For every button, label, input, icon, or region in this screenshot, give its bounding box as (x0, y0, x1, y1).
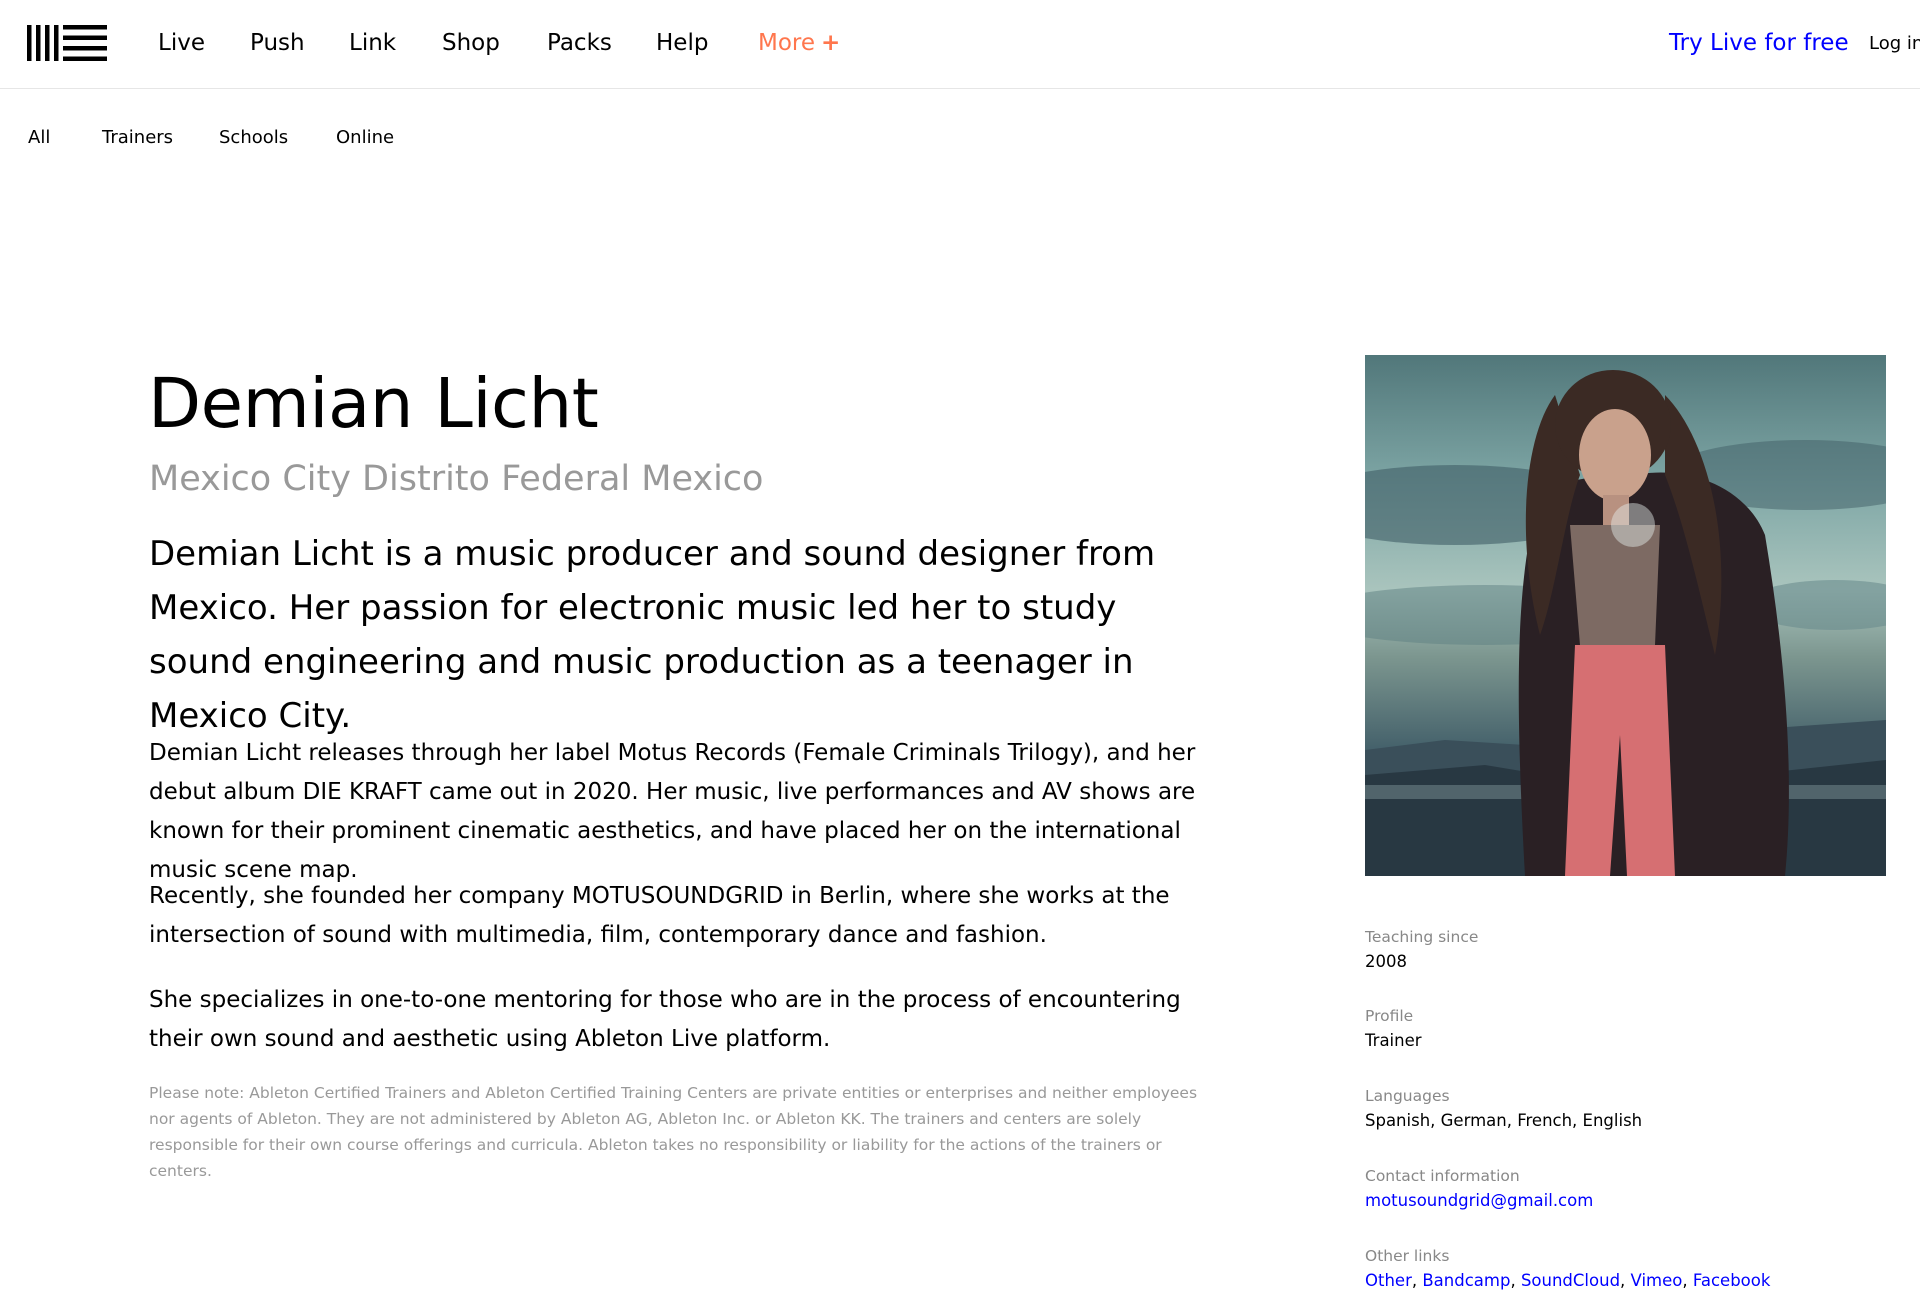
nav-help[interactable]: Help (656, 26, 708, 60)
disclaimer-note: Please note: Ableton Certified Trainers … (149, 1084, 1198, 1180)
teaching-since-value: 2008 (1365, 952, 1407, 971)
filter-all[interactable]: All (28, 124, 50, 152)
nav-more-label: More (758, 30, 816, 56)
other-links-label: Other links (1365, 1247, 1450, 1265)
bio-paragraph-2: Recently, she founded her company MOTUSO… (149, 883, 1170, 948)
contact-email[interactable]: motusoundgrid@gmail.com (1365, 1191, 1593, 1210)
languages-value: Spanish, German, French, English (1365, 1111, 1643, 1130)
bio-paragraph-1: Demian Licht releases through her label … (149, 740, 1196, 883)
trainer-photo (1365, 355, 1886, 876)
bio-paragraph-3: She specializes in one-to-one mentoring … (149, 987, 1181, 1052)
link-separator: , (1510, 1271, 1521, 1290)
nav-packs[interactable]: Packs (547, 26, 612, 60)
languages-label: Languages (1365, 1087, 1450, 1105)
link-soundcloud[interactable]: SoundCloud (1521, 1271, 1620, 1290)
profile-value: Trainer (1365, 1031, 1422, 1050)
link-other[interactable]: Other (1365, 1271, 1412, 1290)
nav-link[interactable]: Link (349, 26, 396, 60)
contact-label: Contact information (1365, 1167, 1520, 1185)
link-separator: , (1682, 1271, 1693, 1290)
trainer-name: Demian Licht (148, 364, 599, 444)
link-vimeo[interactable]: Vimeo (1631, 1271, 1683, 1290)
other-links-list: Other, Bandcamp, SoundCloud, Vimeo, Face… (1365, 1268, 1770, 1294)
site-header: Live Push Link Shop Packs Help More + Try… (0, 0, 1920, 89)
trainer-intro: Demian Licht is a music producer and sou… (149, 534, 1156, 736)
trainer-location: Mexico City Distrito Federal Mexico (149, 459, 764, 499)
link-facebook[interactable]: Facebook (1693, 1271, 1771, 1290)
nav-push[interactable]: Push (250, 26, 305, 60)
filter-trainers[interactable]: Trainers (102, 124, 173, 152)
profile-label: Profile (1365, 1007, 1414, 1025)
link-bandcamp[interactable]: Bandcamp (1422, 1271, 1510, 1290)
plus-icon: + (821, 30, 841, 56)
link-separator: , (1620, 1271, 1631, 1290)
nav-more[interactable]: More + (758, 26, 840, 60)
nav-shop[interactable]: Shop (442, 26, 500, 60)
login-link[interactable]: Log in (1869, 30, 1920, 58)
filter-schools[interactable]: Schools (219, 124, 288, 152)
nav-live[interactable]: Live (158, 26, 205, 60)
link-separator: , (1411, 1271, 1423, 1290)
ableton-logo-icon[interactable] (27, 25, 107, 61)
try-live-link[interactable]: Try Live for free (1669, 26, 1849, 60)
contact-email-link[interactable]: motusoundgrid@gmail.com (1365, 1188, 1593, 1214)
teaching-since-label: Teaching since (1365, 928, 1479, 946)
filter-online[interactable]: Online (336, 124, 394, 152)
